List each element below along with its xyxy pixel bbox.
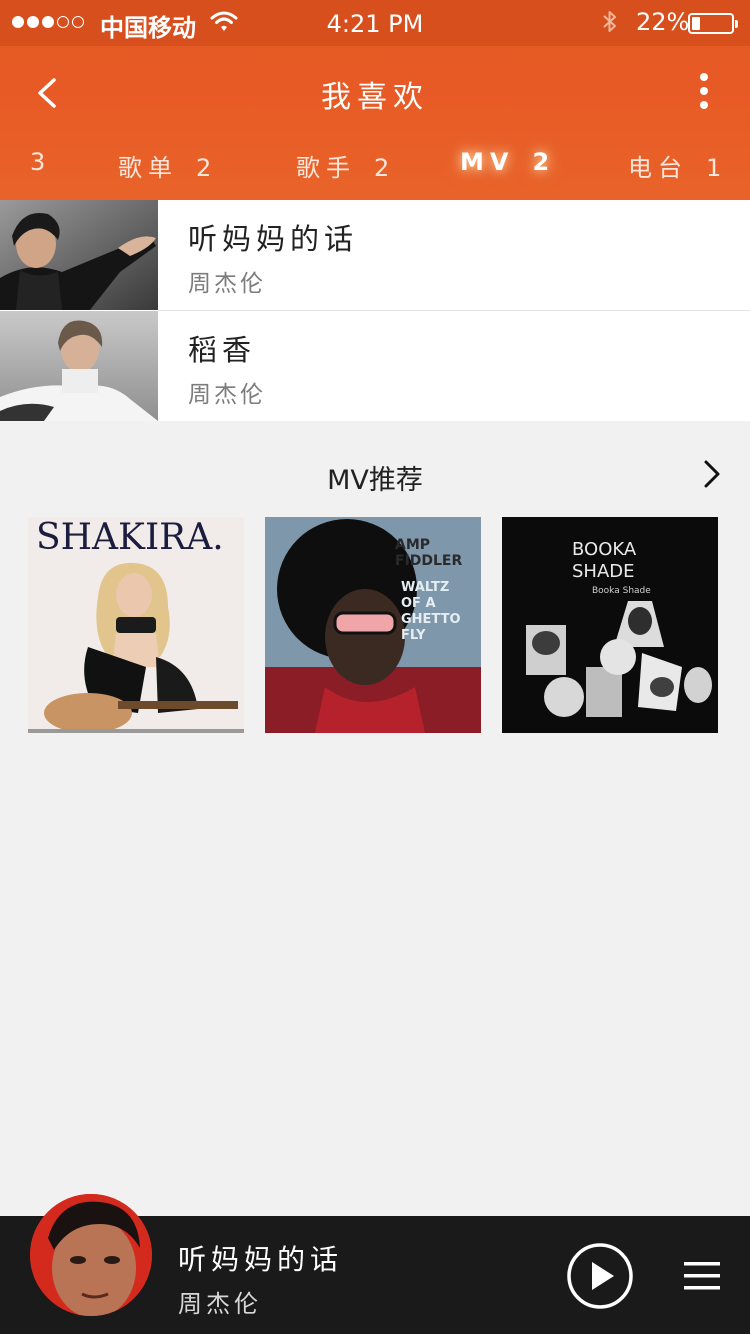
header-area: 中国移动 4:21 PM 22% 我喜欢 3 歌单 2 歌手 2 MV 2 电台… [0,0,750,200]
nav-bar: 我喜欢 [0,46,750,136]
more-vertical-icon-dot [700,73,708,81]
cover-text: GHETTO [401,612,461,627]
tab-label: 歌单 [118,154,178,182]
recommend-cover[interactable]: SHAKIRA. [28,517,244,733]
tab-count: 2 [196,154,218,182]
tab-label: 电台 [628,154,688,182]
cover-text: WALTZ [401,580,449,595]
section-title: MV推荐 [327,465,423,496]
chevron-right-icon [704,460,720,488]
mv-title: 听妈妈的话 [188,222,359,256]
tab-songs[interactable]: 3 [30,148,51,176]
battery-nub [735,20,738,28]
tab-label: MV [460,148,515,176]
booka-shade-cover-art: BOOKA SHADE Booka Shade [502,517,718,733]
cover-text: Booka Shade [592,586,651,596]
tab-label: 歌手 [296,154,356,182]
tab-count: 3 [30,148,52,176]
status-bar: 中国移动 4:21 PM 22% [0,0,750,46]
list-item[interactable]: 稻香 周杰伦 [0,311,750,421]
list-item[interactable]: 听妈妈的话 周杰伦 [0,200,750,310]
cover-text: FLY [401,628,426,643]
battery-fill [692,17,700,30]
tab-count: 2 [532,148,556,176]
shakira-cover-art: SHAKIRA. [28,517,244,733]
cover-text: BOOKA [572,539,637,560]
tab-singers[interactable]: 歌手 2 [296,148,395,183]
category-tabs: 3 歌单 2 歌手 2 MV 2 电台 1 [0,136,750,192]
screen: 中国移动 4:21 PM 22% 我喜欢 3 歌单 2 歌手 2 MV 2 电台… [0,0,750,1334]
liked-mv-list: 听妈妈的话 周杰伦 稻香 周杰伦 [0,200,750,421]
now-playing-artwork [30,1194,152,1316]
cover-text: AMP [395,537,430,553]
play-button[interactable] [566,1242,634,1310]
battery-percent: 22% [636,8,690,36]
playlist-button[interactable] [682,1256,722,1296]
cover-text: FIDDLER [395,553,462,569]
mv-title: 稻香 [188,333,257,367]
mv-recommend-header: MV推荐 [0,450,750,498]
mv-artist: 周杰伦 [188,382,266,408]
more-vertical-icon-dot [700,101,708,109]
amp-fiddler-cover-art: AMP FIDDLER WALTZ OF A GHETTO FLY [265,517,481,733]
tab-mv[interactable]: MV 2 [460,148,555,176]
recommend-more-button[interactable] [694,454,730,494]
mv-thumbnail [0,200,158,310]
mini-player[interactable]: 听妈妈的话 周杰伦 [0,1194,750,1334]
cover-text: OF A [401,596,436,611]
mv-thumbnail [0,311,158,421]
page-title: 我喜欢 [321,80,429,115]
now-playing-artist: 周杰伦 [178,1290,262,1318]
cover-text: SHADE [572,561,635,582]
tab-radio[interactable]: 电台 1 [628,148,727,183]
more-vertical-icon-dot [700,87,708,95]
play-icon [567,1243,633,1309]
tab-count: 1 [706,154,728,182]
more-button[interactable] [682,66,726,116]
cover-text: SHAKIRA. [36,517,224,558]
battery-icon [688,13,738,34]
recommend-cover[interactable]: AMP FIDDLER WALTZ OF A GHETTO FLY [265,517,481,733]
playlist-icon [684,1262,720,1290]
now-playing-title: 听妈妈的话 [178,1243,344,1276]
mv-artist: 周杰伦 [188,271,266,297]
tab-playlists[interactable]: 歌单 2 [118,148,217,183]
bluetooth-icon [600,8,620,40]
recommend-cover[interactable]: BOOKA SHADE Booka Shade [502,517,718,733]
tab-count: 2 [374,154,396,182]
